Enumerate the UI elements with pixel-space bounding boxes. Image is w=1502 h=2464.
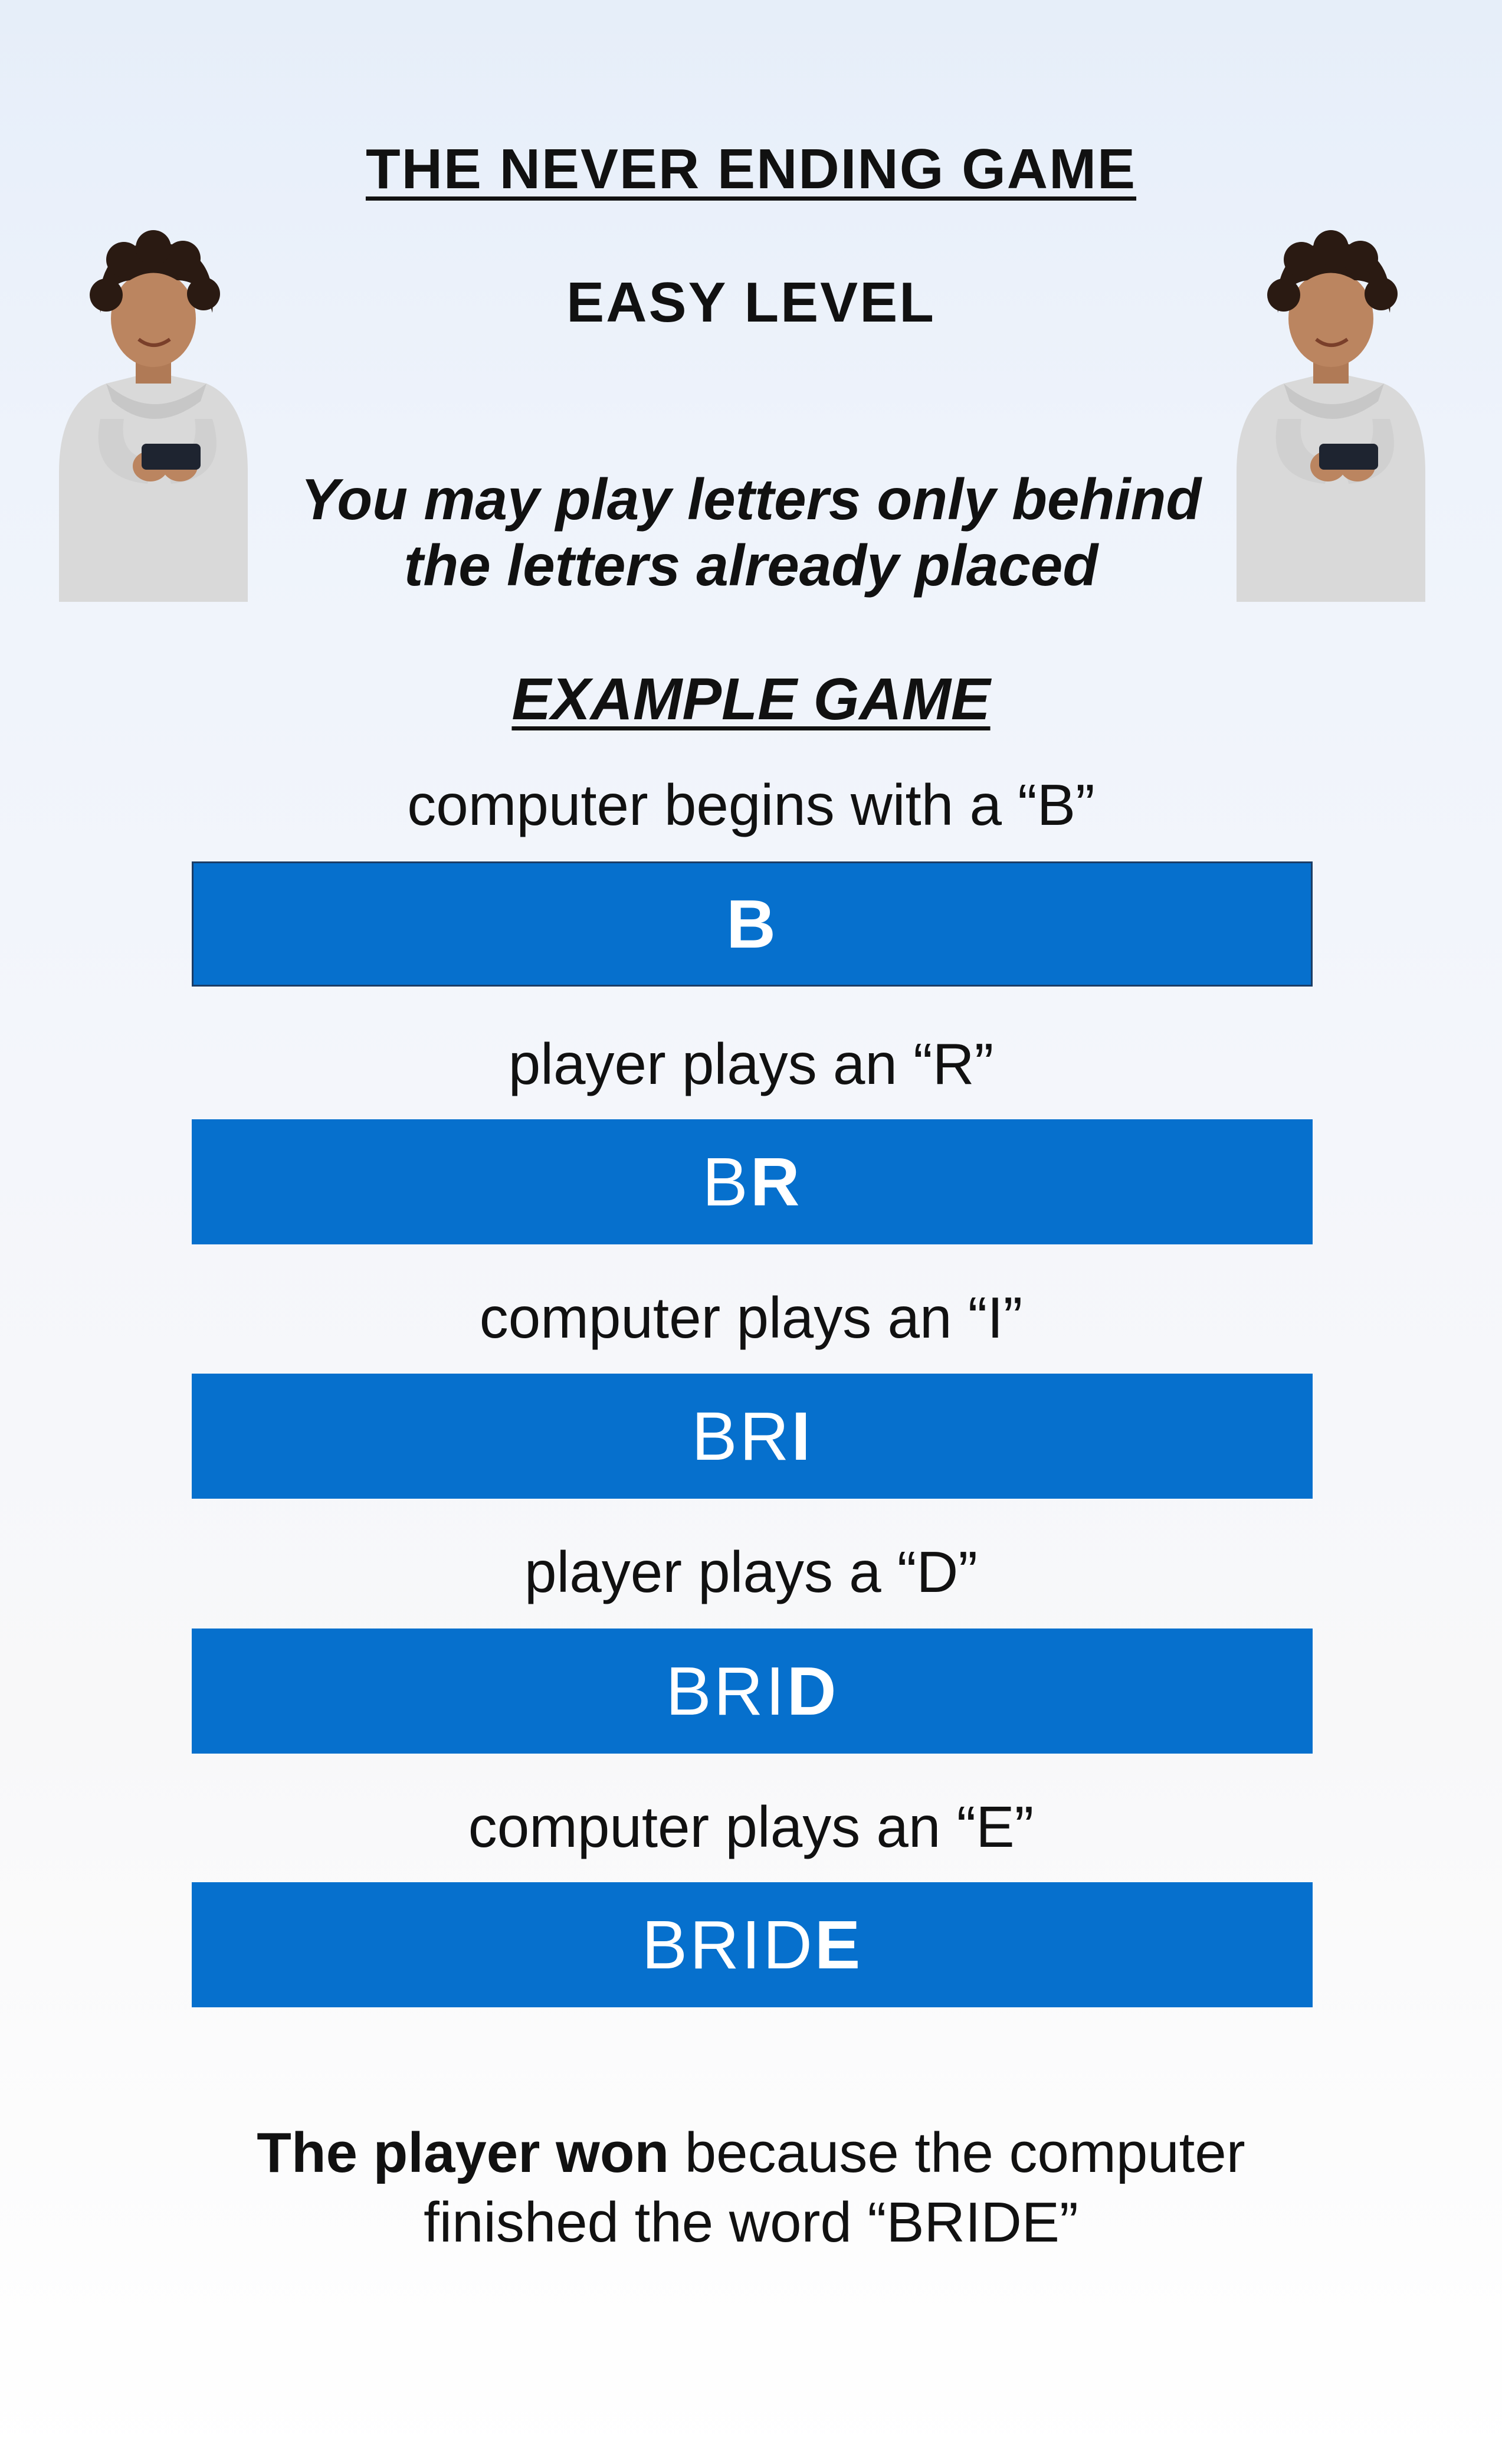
word-bar: BRID E xyxy=(192,1882,1313,2007)
step-caption: player plays an “R” xyxy=(508,1031,994,1096)
word-bar: BR xyxy=(192,1119,1313,1244)
example-title: EXAMPLE GAME xyxy=(511,666,991,732)
new-letter: E xyxy=(814,1906,863,1983)
new-letter: D xyxy=(786,1653,839,1729)
new-letter: R xyxy=(750,1143,802,1220)
step-caption: computer begins with a “B” xyxy=(407,772,1095,837)
previous-letters: B xyxy=(702,1143,750,1220)
previous-letters: BRI xyxy=(665,1653,787,1729)
rule-line-2: the letters already placed xyxy=(404,533,1098,598)
word-bar: BRI D xyxy=(192,1629,1313,1754)
step-caption: computer plays an “E” xyxy=(468,1794,1034,1859)
result-rest: because the computer xyxy=(669,2121,1245,2184)
rule-text: You may play letters only behind the let… xyxy=(0,466,1502,598)
rule-line-1: You may play letters only behind xyxy=(300,467,1202,532)
result-line-1: The player won because the computer xyxy=(0,2118,1502,2188)
level-label: EASY LEVEL xyxy=(566,271,936,334)
result-text: The player won because the computer fini… xyxy=(0,2118,1502,2257)
word-bar: B xyxy=(192,861,1313,987)
result-line-2: finished the word “BRIDE” xyxy=(424,2191,1078,2254)
step-caption: player plays a “D” xyxy=(524,1539,978,1604)
page-title: THE NEVER ENDING GAME xyxy=(365,137,1137,201)
new-letter: I xyxy=(791,1398,813,1475)
new-letter: B xyxy=(726,886,778,962)
previous-letters: BRID xyxy=(641,1906,815,1983)
word-bar: BR I xyxy=(192,1374,1313,1499)
step-caption: computer plays an “I” xyxy=(479,1285,1023,1350)
result-bold: The player won xyxy=(257,2121,670,2184)
previous-letters: BR xyxy=(691,1398,792,1475)
